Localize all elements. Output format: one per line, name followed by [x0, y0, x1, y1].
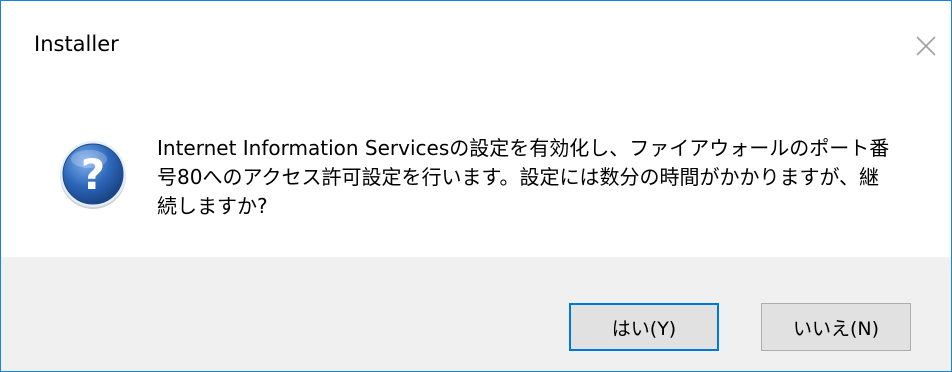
close-button[interactable] [905, 25, 947, 67]
dialog-title: Installer [34, 32, 119, 56]
yes-button[interactable]: はい(Y) [569, 303, 719, 351]
no-button[interactable]: いいえ(N) [761, 303, 911, 351]
installer-dialog: Installer ? Internet Information Service… [0, 0, 952, 372]
svg-text:?: ? [81, 150, 105, 199]
title-bar[interactable]: Installer [1, 1, 951, 91]
button-bar: はい(Y) いいえ(N) [1, 257, 951, 371]
close-icon [916, 36, 936, 56]
question-icon: ? [60, 141, 126, 209]
dialog-content: ? Internet Information Servicesの設定を有効化し、… [1, 91, 951, 257]
message-text: Internet Information Servicesの設定を有効化し、ファ… [157, 136, 890, 218]
